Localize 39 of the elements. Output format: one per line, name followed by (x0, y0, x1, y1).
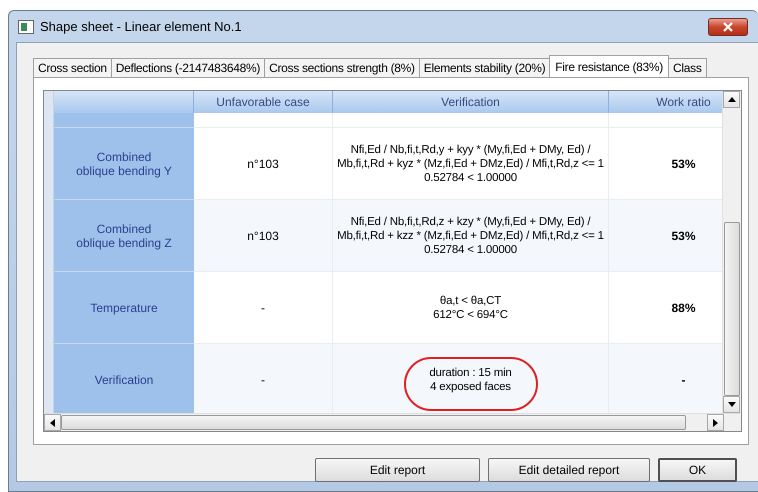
close-icon (722, 22, 734, 32)
tab[interactable]: Elements stability (20%) (418, 58, 550, 77)
vertical-scrollbar[interactable] (722, 91, 741, 413)
horizontal-scrollbar[interactable] (44, 413, 741, 431)
table-cell: duration : 15 min 4 exposed faces (429, 366, 512, 394)
dialog-button[interactable]: Edit report (315, 458, 480, 482)
window-title: Shape sheet - Linear element No.1 (40, 19, 242, 34)
table-cell: Nfi,Ed / Nb,fi,t,Rd,y + kyy * (My,fi,Ed + DMy, Ed) / Mb,fi,t,Rd + kyz * (Mz,fi,Ed + DMz,Ed) / Mfi,t,Rd,z <= 1 0.52784 < 1.00000 (337, 142, 604, 184)
dialog-button[interactable]: OK (658, 458, 737, 482)
table-cell: θa,t < θa,CT 612°C < 694°C (433, 294, 508, 322)
dialog-button[interactable]: Edit detailed report (488, 458, 650, 482)
table-row[interactable]: Verification - duration : 15 min 4 exposed faces - (44, 344, 722, 413)
scroll-down-button[interactable] (723, 396, 740, 413)
table-row[interactable]: Temperature - θa,t < θa,CT 612°C < 694°C 88% (44, 272, 722, 344)
column-header[interactable]: Unfavorable case (194, 91, 333, 113)
tab[interactable]: Class (668, 58, 707, 77)
row-header: Verification (54, 344, 194, 413)
scroll-thumb[interactable] (724, 222, 740, 396)
scroll-right-button[interactable] (707, 414, 724, 431)
tab[interactable]: Deflections (-2147483648%) (110, 58, 266, 77)
tab[interactable]: Cross section (33, 58, 112, 77)
row-header: Temperature (54, 272, 194, 344)
column-header[interactable]: Verification (333, 91, 609, 113)
left-arrow-icon (50, 418, 55, 426)
table-row[interactable]: Combined oblique bending Y n°103 Nfi,Ed / Nb,fi,t,Rd,y + kyy * (My,fi,Ed + DMy, Ed) / Mb,fi,t,Rd + kyz * (Mz,fi,Ed + DMz,Ed) / Mfi,t,Rd,z <= 1 0.52784 < 1.00000 53% (44, 128, 722, 200)
scroll-left-button[interactable] (44, 414, 61, 431)
tab[interactable]: Cross sections strength (8%) (264, 58, 420, 77)
tab[interactable]: Fire resistance (83%) (549, 55, 670, 77)
down-arrow-icon (728, 402, 736, 407)
row-header: Combined oblique bending Y (54, 128, 194, 200)
up-arrow-icon (728, 97, 736, 102)
close-button[interactable] (708, 18, 748, 36)
table-cell: Nfi,Ed / Nb,fi,t,Rd,z + kzy * (My,fi,Ed + DMy, Ed) / Mb,fi,t,Rd + kzz * (Mz,fi,Ed + DMz,Ed) / Mfi,t,Rd,z <= 1 0.52784 < 1.00000 (337, 214, 604, 256)
scroll-up-button[interactable] (723, 91, 740, 108)
scroll-thumb[interactable] (61, 415, 686, 430)
right-arrow-icon (713, 418, 718, 426)
window-icon (18, 20, 34, 34)
row-header: Combined oblique bending Z (54, 200, 194, 272)
table-row[interactable]: Combined oblique bending Z n°103 Nfi,Ed / Nb,fi,t,Rd,z + kzy * (My,fi,Ed + DMy, Ed) / Mb,fi,t,Rd + kzz * (Mz,fi,Ed + DMz,Ed) / Mfi,t,Rd,z <= 1 0.52784 < 1.00000 53% (44, 200, 722, 272)
